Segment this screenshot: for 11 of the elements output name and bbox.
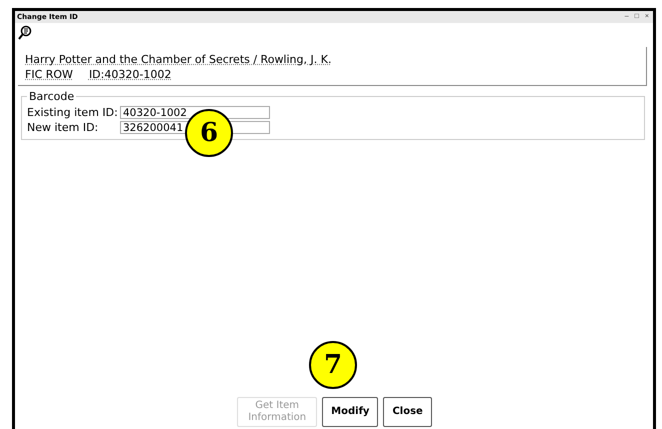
- group-legend: Barcode: [27, 90, 76, 103]
- action-button[interactable]: Close: [383, 397, 432, 427]
- item-id: ID:40320-1002: [88, 68, 172, 81]
- search-icon[interactable]: [18, 25, 32, 41]
- callout-badge: 6: [185, 109, 233, 157]
- action-button[interactable]: Modify: [322, 397, 378, 427]
- call-number: FIC ROW: [25, 68, 73, 81]
- callout-badge: 7: [309, 341, 357, 389]
- field-label: New item ID:: [27, 121, 100, 134]
- field-label: Existing item ID:: [27, 106, 119, 119]
- item-title: Harry Potter and the Chamber of Secrets / Rowling, J. K.: [25, 53, 332, 66]
